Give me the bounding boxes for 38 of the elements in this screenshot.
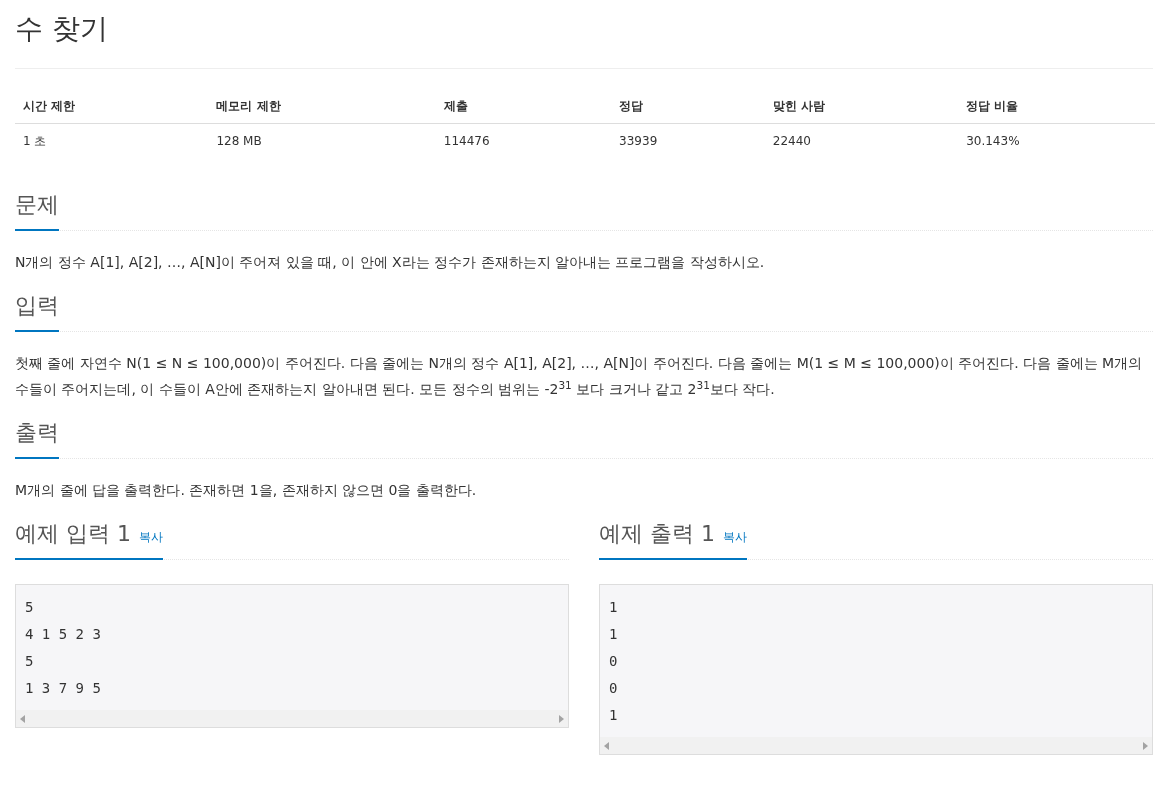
code-line: 4 1 5 2 3 — [25, 625, 102, 644]
scroll-left-icon[interactable] — [604, 741, 609, 750]
code-line: 1 — [609, 625, 619, 644]
column-header: 맞힌 사람 — [764, 89, 959, 124]
page-title: 수 찾기 — [15, 11, 109, 47]
scroll-right-icon[interactable] — [1143, 741, 1148, 750]
section-heading: 문제 — [15, 191, 59, 219]
horizontal-scrollbar[interactable] — [16, 710, 568, 727]
copy-link[interactable]: 복사 — [723, 528, 747, 546]
section-text: M개의 줄에 답을 출력한다. 존재하면 1을, 존재하지 않으면 0을 출력한다. — [15, 481, 478, 500]
section-heading: 출력 — [15, 419, 59, 447]
copy-link[interactable]: 복사 — [139, 528, 163, 546]
code-line: 1 — [609, 706, 619, 725]
code-line: 0 — [609, 679, 619, 698]
table-cell: 128 MB — [208, 123, 436, 158]
table-cell: 30.143% — [958, 123, 1155, 158]
section-text: 첫째 줄에 자연수 N(1 ≤ N ≤ 100,000)이 주어진다. 다음 줄에는 N개의 정수 A[1], A[2], …, A[N]이 주어진다. 다음 줄에는 M(1 ≤ M ≤ 100,000)이 주어진다. 다음 줄에는 M개의 수들이 주어지는데, 이 수들이 A안에 존재하는지 알아내면 된다. 모든 정수의 범위는 -2$^{31}$ 보다 크거나 같고 2$^{31}$보다 작다. — [15, 354, 1144, 399]
section-heading: 입력 — [15, 292, 59, 320]
code-line: 1 — [609, 598, 619, 617]
code-line: 0 — [609, 652, 619, 671]
section-heading: 예제 출력 1 — [599, 520, 715, 548]
column-header: 시간 제한 — [15, 89, 209, 124]
section-heading: 예제 입력 1 — [15, 520, 131, 548]
code-line: 5 — [25, 652, 35, 671]
table-cell: 1 초 — [15, 123, 209, 158]
column-header: 제출 — [435, 89, 612, 124]
scroll-left-icon[interactable] — [20, 714, 25, 723]
table-cell: 22440 — [764, 123, 959, 158]
table-cell: 114476 — [435, 123, 612, 158]
code-line: 1 3 7 9 5 — [25, 679, 102, 698]
table-cell: 33939 — [611, 123, 765, 158]
column-header: 정답 — [611, 89, 765, 124]
horizontal-scrollbar[interactable] — [600, 737, 1152, 754]
section-text: N개의 정수 A[1], A[2], …, A[N]이 주어져 있을 때, 이 안에 X라는 정수가 존재하는지 알아내는 프로그램을 작성하시오. — [15, 253, 766, 272]
scroll-right-icon[interactable] — [559, 714, 564, 723]
column-header: 메모리 제한 — [208, 89, 436, 124]
column-header: 정답 비율 — [958, 89, 1155, 124]
code-line: 5 — [25, 598, 35, 617]
